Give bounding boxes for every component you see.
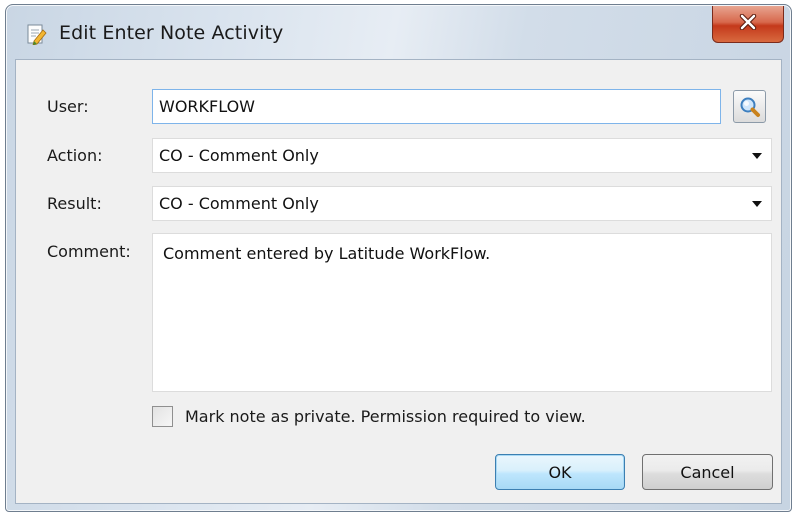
result-label: Result: xyxy=(47,194,102,213)
close-button[interactable] xyxy=(712,6,784,43)
user-label: User: xyxy=(47,97,89,116)
result-select[interactable]: CO - Comment Only xyxy=(152,186,772,221)
close-icon xyxy=(739,13,757,34)
comment-textarea[interactable]: Comment entered by Latitude WorkFlow. xyxy=(152,233,772,392)
edit-note-icon xyxy=(25,23,47,46)
user-lookup-button[interactable] xyxy=(733,90,766,123)
result-select-value: CO - Comment Only xyxy=(159,194,319,213)
ok-button[interactable]: OK xyxy=(495,454,625,490)
dialog-window: Edit Enter Note Activity User: WORKFLOW … xyxy=(5,4,792,512)
search-icon xyxy=(738,95,762,123)
dialog-body: User: WORKFLOW Action: CO - Comment Only… xyxy=(15,59,782,504)
action-select-value: CO - Comment Only xyxy=(159,146,319,165)
user-input[interactable]: WORKFLOW xyxy=(152,89,721,124)
comment-label: Comment: xyxy=(47,242,131,261)
chevron-down-icon xyxy=(752,153,762,159)
title-bar[interactable]: Edit Enter Note Activity xyxy=(6,5,791,57)
action-label: Action: xyxy=(47,146,103,165)
private-checkbox[interactable] xyxy=(152,406,173,427)
window-title: Edit Enter Note Activity xyxy=(59,22,284,44)
cancel-button[interactable]: Cancel xyxy=(642,454,773,490)
private-checkbox-label[interactable]: Mark note as private. Permission require… xyxy=(185,407,586,426)
action-select[interactable]: CO - Comment Only xyxy=(152,138,772,173)
chevron-down-icon xyxy=(752,201,762,207)
